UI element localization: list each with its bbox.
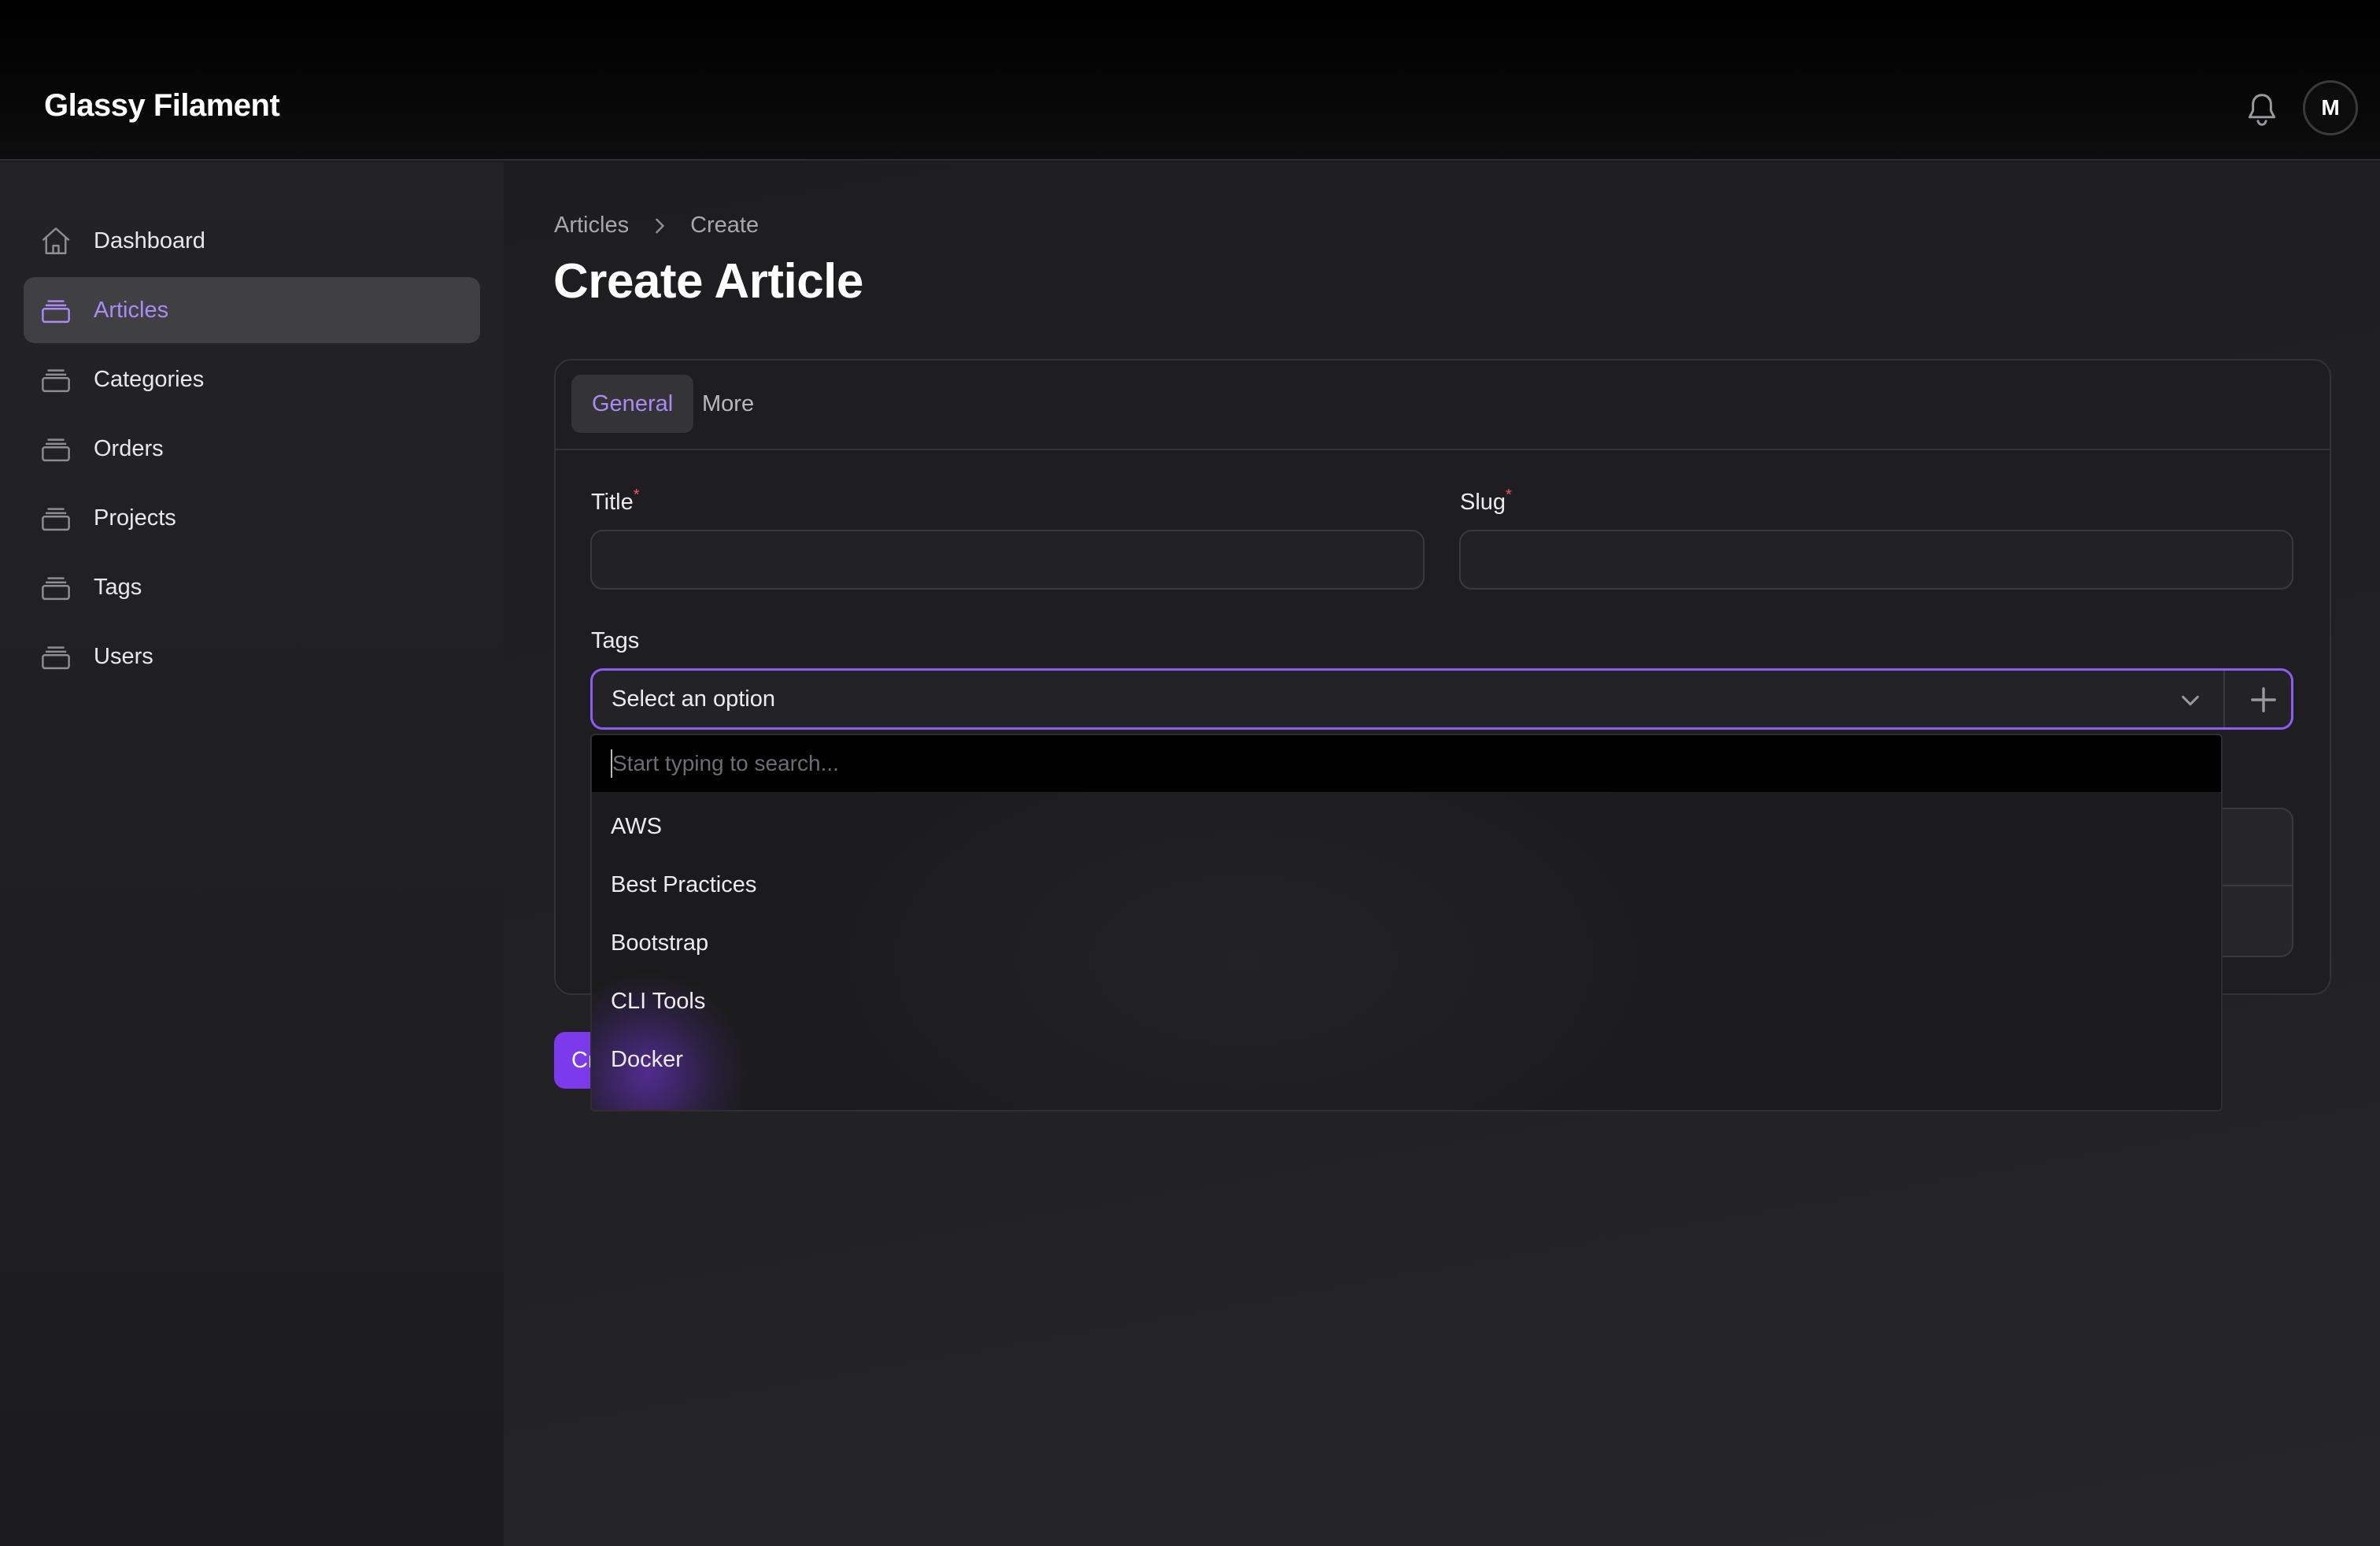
dropdown-option[interactable]: Docker: [611, 1047, 683, 1073]
dropdown-option[interactable]: CLI Tools: [611, 989, 705, 1015]
stack-icon: [42, 438, 70, 462]
tab-general[interactable]: General: [571, 375, 694, 433]
stack-icon: [42, 508, 70, 531]
sidebar-item-label: Categories: [94, 366, 205, 392]
breadcrumb: Articles Create: [554, 213, 759, 239]
sidebar-item-label: Projects: [94, 505, 176, 531]
tabs-bar: General More: [554, 359, 2331, 450]
stack-icon: [42, 577, 70, 601]
tags-dropdown: Start typing to search... AWS Best Pract…: [590, 734, 2223, 1111]
home-icon: [42, 227, 70, 254]
slug-label: Slug*: [1460, 486, 1512, 515]
title-label: Title*: [591, 486, 640, 515]
tags-select[interactable]: Select an option: [590, 668, 2293, 730]
stack-icon: [42, 300, 70, 324]
top-bar: Glassy Filament M: [0, 0, 2380, 161]
sidebar-item-dashboard[interactable]: Dashboard: [24, 208, 480, 274]
sidebar-item-label: Users: [94, 643, 153, 669]
tab-more[interactable]: More: [682, 375, 774, 433]
sidebar-item-users[interactable]: Users: [24, 623, 480, 690]
stack-icon: [42, 369, 70, 393]
dropdown-search-placeholder: Start typing to search...: [612, 751, 839, 775]
dropdown-option[interactable]: Bootstrap: [611, 930, 708, 956]
required-marker: *: [633, 486, 640, 504]
dropdown-option[interactable]: AWS: [611, 814, 662, 840]
sidebar-item-projects[interactable]: Projects: [24, 485, 480, 551]
required-marker: *: [1506, 486, 1512, 504]
select-divider: [2223, 671, 2225, 727]
sidebar-item-label: Orders: [94, 435, 164, 461]
chevron-right-icon: [656, 218, 664, 233]
sidebar-item-tags[interactable]: Tags: [24, 554, 480, 620]
hidden-field: [2219, 808, 2293, 957]
tags-select-value: Select an option: [612, 686, 775, 712]
user-avatar[interactable]: M: [2303, 80, 2358, 135]
sidebar-item-articles[interactable]: Articles: [24, 277, 480, 343]
stack-icon: [42, 646, 70, 670]
page-title: Create Article: [553, 254, 863, 309]
sidebar-item-orders[interactable]: Orders: [24, 416, 480, 482]
sidebar-item-label: Articles: [94, 297, 169, 323]
chevron-down-icon[interactable]: [2179, 690, 2201, 712]
breadcrumb-articles[interactable]: Articles: [554, 213, 629, 239]
bell-icon[interactable]: [2245, 91, 2279, 129]
dropdown-option[interactable]: Best Practices: [611, 872, 756, 898]
tags-label: Tags: [591, 628, 640, 653]
title-input[interactable]: [590, 530, 1425, 590]
divider: [2219, 885, 2293, 886]
slug-input[interactable]: [1459, 530, 2293, 590]
sidebar-item-label: Tags: [94, 574, 142, 600]
sidebar-item-categories[interactable]: Categories: [24, 346, 480, 412]
plus-icon[interactable]: [2250, 686, 2277, 713]
breadcrumb-create: Create: [690, 213, 759, 238]
brand-logo[interactable]: Glassy Filament: [44, 88, 280, 124]
sidebar-item-label: Dashboard: [94, 227, 205, 253]
dropdown-search[interactable]: Start typing to search...: [592, 735, 2221, 792]
